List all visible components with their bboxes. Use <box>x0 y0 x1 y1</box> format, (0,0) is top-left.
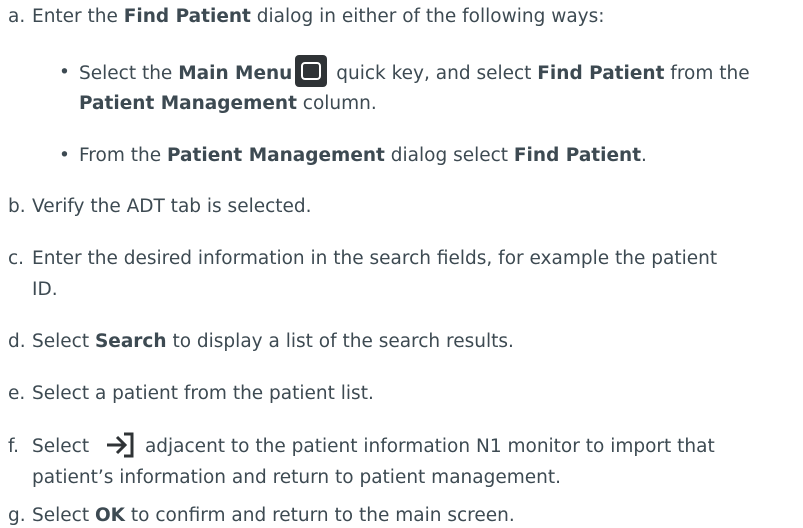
step-text: adjacent to the patient information N1 m… <box>144 436 715 457</box>
bullet: • <box>59 62 70 83</box>
bold-term: Main Menu <box>178 63 293 84</box>
bold-term: Find Patient <box>123 6 251 27</box>
step-marker: a. <box>8 6 26 27</box>
step-text: dialog in either of the following ways: <box>250 6 605 27</box>
bold-term: Patient Management <box>166 145 385 166</box>
bullet: • <box>59 145 70 166</box>
step-marker: c. <box>8 248 25 269</box>
step-text: From the <box>79 145 167 166</box>
step-text: column. <box>296 93 377 114</box>
step-text: Select the <box>79 63 179 84</box>
step-text: Verify the ADT tab is selected. <box>32 196 312 217</box>
step-text: dialog select <box>384 145 514 166</box>
step-marker: d. <box>8 331 26 352</box>
main-menu-key-icon <box>295 55 328 87</box>
step-text: to display a list of the search results. <box>166 331 514 352</box>
step-text: Enter the desired information in the sea… <box>32 248 718 269</box>
step-marker: g. <box>8 505 26 526</box>
step-text: Select a patient from the patient list. <box>32 383 374 404</box>
step-marker: e. <box>8 383 26 404</box>
bold-term: Find Patient <box>513 145 642 166</box>
step-text: Enter the <box>32 6 124 27</box>
step-text: Select <box>32 505 95 526</box>
step-text: Select <box>32 436 95 457</box>
step-text: to confirm and return to the main screen… <box>125 505 515 526</box>
bold-term: Find Patient <box>537 63 665 84</box>
bold-term: Patient Management <box>79 93 297 114</box>
bold-term: Search <box>94 331 167 352</box>
step-text: Select <box>32 331 95 352</box>
instruction-document: a. Enter the Find Patient dialog in eith… <box>0 0 803 526</box>
step-text: ID. <box>32 279 58 300</box>
bold-term: OK <box>94 505 126 526</box>
step-text: patient’s information and return to pati… <box>32 467 561 488</box>
step-text: from the <box>664 63 750 84</box>
import-arrow-icon <box>106 432 134 457</box>
step-marker: b. <box>8 196 26 217</box>
step-marker: f. <box>8 436 20 457</box>
step-text: . <box>641 145 647 166</box>
step-text: quick key, and select <box>330 63 538 84</box>
